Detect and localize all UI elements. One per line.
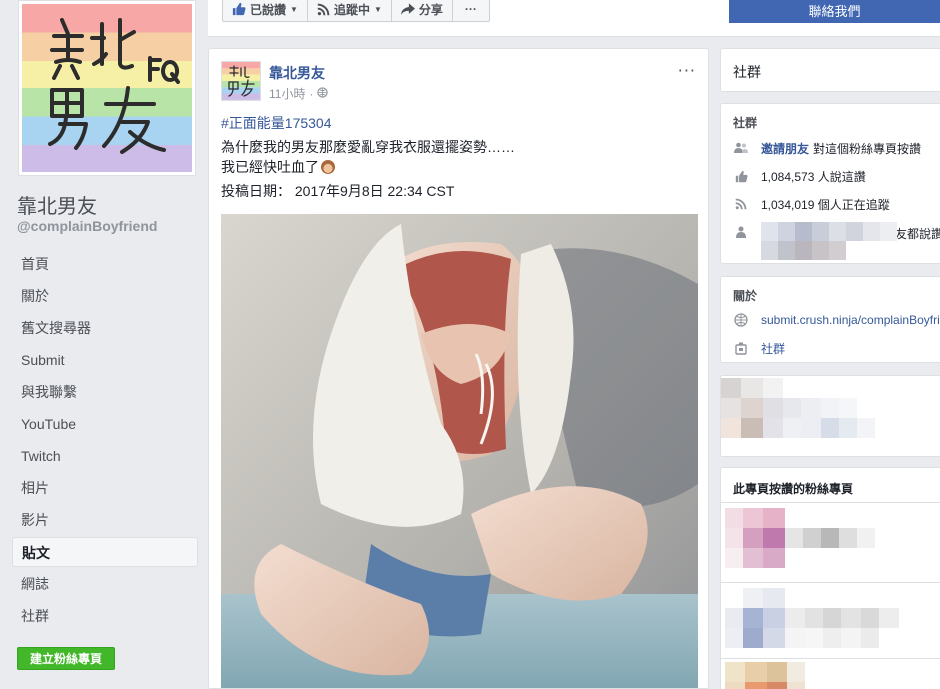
nav-item-youtube[interactable]: YouTube: [12, 409, 198, 439]
nav-item-photos[interactable]: 相片: [12, 473, 198, 503]
photo-illustration: [221, 214, 698, 688]
page-name[interactable]: 靠北男友: [17, 190, 97, 219]
category-icon: [733, 340, 749, 356]
divider: [721, 582, 940, 583]
blurred-widget-card: [720, 375, 940, 457]
category-link[interactable]: 社群: [761, 340, 785, 357]
share-arrow-icon: [400, 2, 415, 16]
post-text-line-2: 我已經快吐血了: [221, 159, 319, 175]
chevron-down-icon: ▼: [290, 4, 298, 14]
post-author-avatar[interactable]: [221, 61, 261, 101]
nav-item-notes[interactable]: 網誌: [12, 569, 198, 599]
nav-item-home[interactable]: 首頁: [12, 249, 198, 279]
person-icon: [733, 224, 749, 240]
post-photo[interactable]: [221, 214, 698, 688]
invite-friends-link[interactable]: 邀請朋友: [761, 140, 809, 157]
more-dots-icon: ···: [464, 2, 477, 16]
community-card-title[interactable]: 社群: [733, 114, 757, 131]
post-text-line-2-wrap: 我已經快吐血了: [221, 157, 701, 177]
post-author-name[interactable]: 靠北男友: [269, 63, 325, 83]
liked-page-2-blurred[interactable]: [725, 588, 899, 648]
following-label: 追蹤中: [333, 2, 370, 17]
globe-icon: [317, 86, 329, 101]
thumbs-up-icon: [733, 168, 749, 184]
divider: [721, 658, 940, 659]
left-sidebar: 靠北男友 @complainBoyfriend 首頁 關於 舊文搜尋器 Subm…: [0, 0, 208, 689]
likes-count: 1,084,573 人說這讚: [761, 169, 866, 184]
chevron-down-icon: ▼: [373, 4, 382, 14]
nav-item-posts[interactable]: 貼文: [12, 537, 198, 567]
share-button[interactable]: 分享: [390, 0, 453, 22]
post-body: #正面能量175304 為什麼我的男友那麼愛亂穿我衣服還擺姿勢…… 我已經快吐血…: [221, 113, 701, 201]
globe-icon: [733, 312, 749, 328]
category-row: 社群: [733, 338, 785, 358]
divider: [721, 502, 940, 503]
follows-count: 1,034,019 個人正在追蹤: [761, 197, 890, 212]
liked-button[interactable]: 已說讚 ▼: [222, 0, 308, 22]
friend-avatars-blurred[interactable]: [761, 222, 897, 260]
invite-friends-text: 對這個粉絲專頁按讚: [813, 141, 922, 156]
post-text-line-1: 為什麼我的男友那麼愛亂穿我衣服還擺姿勢……: [221, 139, 515, 155]
page-action-bar: 已說讚 ▼ 追蹤中 ▼ 分享 ··· 聯絡我們: [208, 0, 940, 37]
rss-icon: [317, 3, 330, 16]
post-hashtag[interactable]: #正面能量175304: [221, 113, 701, 133]
nav-item-twitch[interactable]: Twitch: [12, 441, 198, 471]
following-button[interactable]: 追蹤中 ▼: [306, 0, 392, 22]
blurred-content-mosaic[interactable]: [721, 378, 893, 438]
friends-liked-row: 友都說讚: [733, 222, 940, 262]
face-emoji-icon: [321, 160, 335, 174]
post-card: 靠北男友 11小時 · ··· #正面能量175304 為什麼我的男友那麼愛亂穿…: [208, 48, 709, 689]
page-nav: 首頁 關於 舊文搜尋器 Submit 與我聯繫 YouTube Twitch 相…: [12, 249, 198, 633]
rss-icon: [733, 196, 749, 212]
post-meta: 11小時 ·: [269, 85, 329, 102]
nav-item-old-post-search[interactable]: 舊文搜尋器: [12, 313, 198, 343]
community-header-card[interactable]: 社群: [720, 48, 940, 92]
more-options-button[interactable]: ···: [451, 0, 490, 22]
follows-count-row: 1,034,019 個人正在追蹤: [733, 194, 890, 214]
friends-liked-suffix: 友都說讚: [895, 227, 940, 241]
nav-item-submit[interactable]: Submit: [12, 345, 198, 375]
nav-item-community[interactable]: 社群: [12, 601, 198, 631]
nav-item-videos[interactable]: 影片: [12, 505, 198, 535]
meta-separator: ·: [309, 86, 314, 101]
website-link[interactable]: submit.crush.ninja/complainBoyfriend: [761, 313, 940, 327]
page-profile-picture[interactable]: [18, 0, 196, 176]
community-card: 社群 邀請朋友 對這個粉絲專頁按讚 1,084,573 人說這讚 1,034,0…: [720, 103, 940, 264]
community-header-title: 社群: [733, 64, 761, 80]
post-submit-date: 投稿日期： 2017年9月8日 22:34 CST: [221, 183, 455, 199]
liked-pages-card: 此專頁按讚的粉絲專頁: [720, 467, 940, 689]
people-icon: [733, 140, 749, 156]
nav-item-contact[interactable]: 與我聯繫: [12, 377, 198, 407]
post-options-button[interactable]: ···: [678, 61, 696, 80]
liked-label: 已說讚: [250, 2, 287, 17]
invite-friends-row: 邀請朋友 對這個粉絲專頁按讚: [733, 138, 921, 158]
about-card: 關於 submit.crush.ninja/complainBoyfriend …: [720, 276, 940, 363]
share-label: 分享: [418, 2, 443, 17]
nav-item-about[interactable]: 關於: [12, 281, 198, 311]
page-handle[interactable]: @complainBoyfriend: [17, 218, 157, 234]
liked-page-1-blurred[interactable]: [725, 508, 875, 568]
rainbow-background: [22, 4, 192, 172]
contact-us-button[interactable]: 聯絡我們: [729, 0, 940, 23]
about-card-title[interactable]: 關於: [733, 287, 757, 304]
thumbs-up-icon: [232, 2, 246, 16]
likes-count-row: 1,084,573 人說這讚: [733, 166, 866, 186]
avatar-logo: [222, 62, 260, 100]
liked-page-3-blurred[interactable]: [725, 662, 805, 689]
website-row: submit.crush.ninja/complainBoyfriend: [733, 310, 940, 330]
create-page-button[interactable]: 建立粉絲專頁: [17, 647, 115, 670]
handwritten-logo: [48, 18, 180, 154]
action-button-group: 已說讚 ▼ 追蹤中 ▼ 分享 ···: [222, 0, 490, 22]
liked-pages-title[interactable]: 此專頁按讚的粉絲專頁: [733, 480, 853, 497]
post-timestamp[interactable]: 11小時: [269, 85, 305, 102]
